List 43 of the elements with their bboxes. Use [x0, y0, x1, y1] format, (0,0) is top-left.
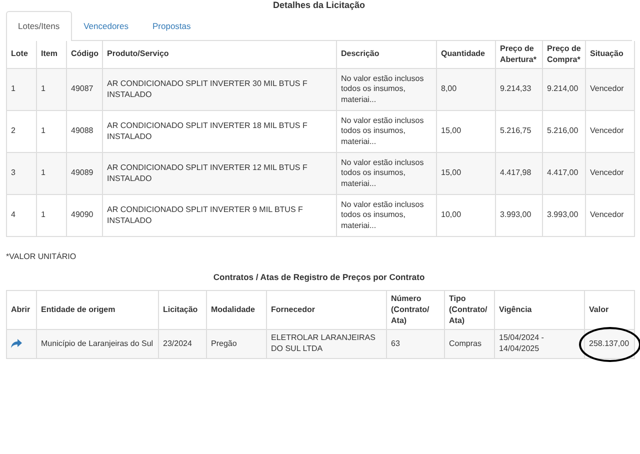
table-cell: 258.137,00	[589, 338, 630, 350]
table-cell: 1	[36, 194, 66, 237]
table-cell: 9.214,33	[496, 68, 542, 111]
table-cell: Vencedor	[586, 194, 634, 237]
table-cell: No valor estão inclusos todos os insumos, materiai...	[336, 152, 436, 195]
table-cell: 49089	[66, 152, 102, 195]
table-cell: No valor estão inclusos todos os insumos, materiai...	[336, 68, 436, 111]
table-cell: 15/04/2024 - 14/04/2025	[494, 330, 584, 359]
column-header: Abrir	[6, 290, 36, 330]
table-cell: 3.993,00	[542, 194, 586, 237]
table-cell: 8,00	[436, 68, 496, 111]
table-cell: 1	[36, 152, 66, 195]
tab[interactable]: Lotes/Itens	[6, 11, 72, 41]
tab[interactable]: Vencedores	[72, 11, 140, 41]
table-cell: 63	[386, 330, 444, 359]
table-cell: ELETROLAR LARANJEIRAS DO SUL LTDA	[266, 330, 386, 359]
table-cell: 3	[6, 152, 36, 195]
table-cell: 4	[6, 194, 36, 237]
table-cell: 10,00	[436, 194, 496, 237]
table-cell: 49087	[66, 68, 102, 111]
table-cell: 9.214,00	[542, 68, 586, 111]
table-cell: Município de Laranjeiras do Sul	[36, 330, 158, 359]
section-title: Contratos / Atas de Registro de Preços por Contrato	[212, 271, 426, 284]
footnote: *VALOR UNITÁRIO	[6, 251, 78, 264]
table-cell: Vencedor	[586, 68, 634, 111]
table-cell: AR CONDICIONADO SPLIT INVERTER 9 MIL BTUS F INSTALADO	[102, 194, 336, 237]
share-arrow-icon[interactable]	[11, 339, 22, 348]
table-cell: AR CONDICIONADO SPLIT INVERTER 30 MIL BTUS F INSTALADO	[102, 68, 336, 111]
table-cell: Vencedor	[586, 152, 634, 195]
table-cell: No valor estão inclusos todos os insumos, materiai...	[336, 194, 436, 237]
table-cell: 4.417,00	[542, 152, 586, 195]
table-cell: 15,00	[436, 152, 496, 195]
section-title: Detalhes da Licitação	[272, 0, 366, 11]
table-cell: Compras	[444, 330, 494, 359]
tab[interactable]: Propostas	[140, 11, 203, 41]
table-cell: 1	[6, 68, 36, 111]
table-cell: AR CONDICIONADO SPLIT INVERTER 12 MIL BTUS F INSTALADO	[102, 152, 336, 195]
table-cell: 4.417,98	[496, 152, 542, 195]
table-cell: 23/2024	[158, 330, 206, 359]
table-cell: 1	[36, 68, 66, 111]
table-cell: 3.993,00	[496, 194, 542, 237]
table-cell: 49090	[66, 194, 102, 237]
table-cell: Pregão	[206, 330, 266, 359]
